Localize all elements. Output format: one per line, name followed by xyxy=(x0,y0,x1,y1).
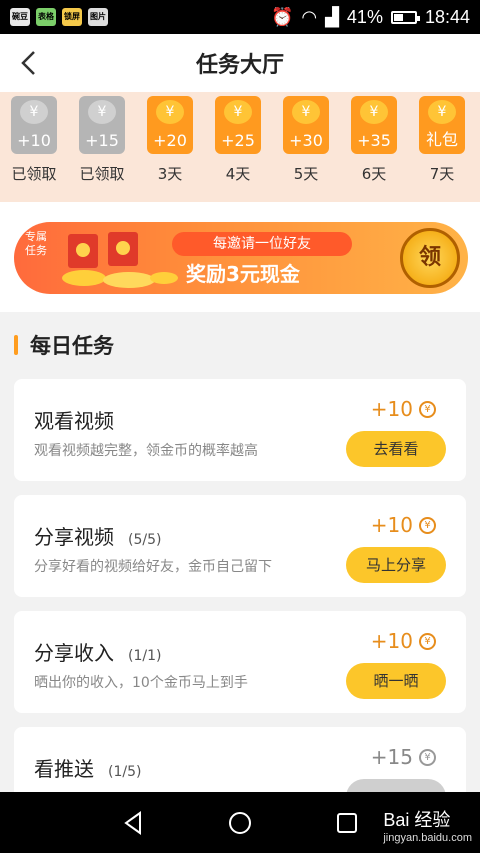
section-title: 每日任务 xyxy=(30,334,114,358)
coin-icon: ¥ xyxy=(419,516,436,534)
signal-icon: ▟ xyxy=(325,6,339,27)
checkin-strip: ¥ +10 已领取 ¥ +15 已领取 ¥ +20 3天 ¥ +25 4天 ¥ … xyxy=(0,92,480,202)
checkin-day-2[interactable]: ¥ +15 已领取 xyxy=(72,96,132,184)
image-notification-icon: 图片 xyxy=(88,8,108,26)
checkin-day-1[interactable]: ¥ +10 已领取 xyxy=(4,96,64,184)
task-card: 分享视频 (5/5) 分享好看的视频给好友，金币自己留下 +10 ¥ 马上分享 xyxy=(14,495,466,597)
gift-icon: ¥ 礼包 xyxy=(419,96,465,154)
task-progress: (1/5) xyxy=(108,764,142,780)
coin-icon: ¥ xyxy=(419,400,436,418)
system-nav-bar: Bai 经验 jingyan.baidu.com xyxy=(0,792,480,853)
task-reward: +10 ¥ xyxy=(371,397,436,421)
app-notification-icon: 碗豆 xyxy=(10,8,30,26)
task-reward: +15 ¥ xyxy=(371,745,436,769)
banner-text-invite: 每邀请一位好友 xyxy=(172,232,352,256)
checkin-day-7[interactable]: ¥ 礼包 7天 xyxy=(412,96,472,184)
page-title: 任务大厅 xyxy=(195,53,284,78)
share-income-button[interactable]: 晒一晒 xyxy=(346,663,446,699)
section-accent-bar xyxy=(14,335,18,355)
checkin-label: 5天 xyxy=(293,165,319,183)
checkin-label: 4天 xyxy=(225,165,251,183)
checkin-label: 已领取 xyxy=(11,165,57,183)
back-arrow-icon[interactable] xyxy=(16,49,44,77)
checkin-label: 3天 xyxy=(157,165,183,183)
status-bar: 碗豆 表格 锁屏 图片 ⏰ ◠ ▟ 41% 18:44 xyxy=(0,0,480,34)
checkin-day-4[interactable]: ¥ +25 4天 xyxy=(208,96,268,184)
checkin-day-6[interactable]: ¥ +35 6天 xyxy=(344,96,404,184)
section-header: 每日任务 xyxy=(14,330,114,360)
task-description: 观看视频越完整，领金币的概率越高 xyxy=(34,443,258,459)
clock: 18:44 xyxy=(424,6,470,27)
checkin-day-3[interactable]: ¥ +20 3天 xyxy=(140,96,200,184)
coin-icon: ¥ +10 xyxy=(11,96,57,154)
task-title: 看推送 xyxy=(34,757,94,781)
claim-button[interactable]: 领 xyxy=(400,228,460,288)
task-card: 分享收入 (1/1) 晒出你的收入，10个金币马上到手 +10 ¥ 晒一晒 xyxy=(14,611,466,713)
task-progress: (5/5) xyxy=(128,532,162,548)
banner-area: 专属任务 每邀请一位好友 奖励3元现金 领 xyxy=(0,202,480,312)
coin-icon: ¥ xyxy=(419,632,436,650)
spreadsheet-notification-icon: 表格 xyxy=(36,8,56,26)
task-description: 分享好看的视频给好友，金币自己留下 xyxy=(34,559,272,575)
task-reward: +10 ¥ xyxy=(371,513,436,537)
task-title: 分享收入 xyxy=(34,641,114,665)
coin-icon: ¥ +30 xyxy=(283,96,329,154)
battery-icon xyxy=(390,10,420,24)
task-description: 晒出你的收入，10个金币马上到手 xyxy=(34,675,248,691)
checkin-label: 6天 xyxy=(361,165,387,183)
recent-apps-icon[interactable] xyxy=(334,810,360,836)
coin-icon: ¥ +25 xyxy=(215,96,261,154)
wifi-icon: ◠ xyxy=(301,6,318,27)
banner-text-reward: 奖励3元现金 xyxy=(186,262,300,286)
task-title: 分享视频 xyxy=(34,525,114,549)
home-circle-icon[interactable] xyxy=(227,810,253,836)
watch-video-button[interactable]: 去看看 xyxy=(346,431,446,467)
coin-icon: ¥ +35 xyxy=(351,96,397,154)
alarm-icon: ⏰ xyxy=(270,6,294,27)
invite-banner[interactable]: 专属任务 每邀请一位好友 奖励3元现金 领 xyxy=(14,222,468,294)
coin-icon: ¥ +20 xyxy=(147,96,193,154)
checkin-label: 7天 xyxy=(429,165,455,183)
header: 任务大厅 xyxy=(0,34,480,92)
gold-coins-icon xyxy=(62,232,178,288)
banner-tag: 专属任务 xyxy=(25,230,47,257)
task-reward: +10 ¥ xyxy=(371,629,436,653)
task-card: 观看视频 观看视频越完整，领金币的概率越高 +10 ¥ 去看看 xyxy=(14,379,466,481)
checkin-day-5[interactable]: ¥ +30 5天 xyxy=(276,96,336,184)
back-triangle-icon[interactable] xyxy=(120,810,146,836)
watermark: Bai 经验 jingyan.baidu.com xyxy=(383,810,472,844)
coin-icon: ¥ xyxy=(419,748,436,766)
battery-percent: 41% xyxy=(346,6,383,27)
lockscreen-notification-icon: 锁屏 xyxy=(62,8,82,26)
task-progress: (1/1) xyxy=(128,648,162,664)
coin-icon: ¥ +15 xyxy=(79,96,125,154)
share-video-button[interactable]: 马上分享 xyxy=(346,547,446,583)
checkin-label: 已领取 xyxy=(79,165,125,183)
task-title: 观看视频 xyxy=(34,409,114,433)
